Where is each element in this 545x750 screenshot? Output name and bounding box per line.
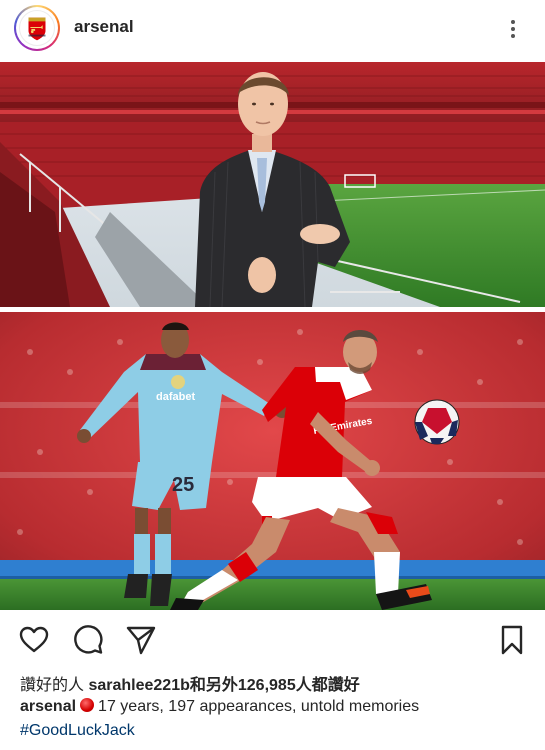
caption-text: 17 years, 197 appearances, untold memori… [98, 698, 420, 715]
arsenal-crest-icon [28, 17, 46, 41]
red-circle-icon [80, 698, 95, 712]
photo-bottom-match: 25 dafabet Fly Emirates [0, 312, 545, 610]
send-icon [126, 626, 156, 655]
liker-username[interactable]: sarahlee221b [88, 677, 189, 694]
caption: arsenal 17 years, 197 appearances, untold… [20, 698, 419, 716]
opponent-shirt-number: 25 [172, 474, 194, 496]
avatar[interactable] [19, 10, 55, 46]
like-button[interactable] [18, 624, 50, 656]
more-vertical-icon [511, 20, 515, 24]
opponent-sponsor: dafabet [156, 391, 195, 403]
like-count[interactable]: 126,985 [238, 677, 296, 694]
more-options-button[interactable] [498, 14, 528, 44]
share-button[interactable] [125, 624, 157, 656]
football-icon [414, 399, 460, 445]
photo-top-stadium [0, 62, 545, 307]
username[interactable]: arsenal [74, 17, 134, 37]
bookmark-icon [501, 625, 523, 655]
story-ring[interactable] [14, 5, 60, 51]
comment-icon [74, 625, 103, 654]
likes-summary[interactable]: 讚好的人 sarahlee221b和另外126,985人都讚好 [20, 671, 360, 695]
comment-button[interactable] [72, 624, 104, 656]
action-bar [0, 618, 545, 662]
hashtag-link[interactable]: #GoodLuckJack [20, 722, 135, 740]
save-button[interactable] [496, 624, 528, 656]
post-header: arsenal [0, 0, 545, 58]
heart-icon [19, 626, 49, 653]
post-photo[interactable]: 25 dafabet Fly Emirates [0, 62, 545, 610]
caption-username[interactable]: arsenal [20, 698, 76, 715]
